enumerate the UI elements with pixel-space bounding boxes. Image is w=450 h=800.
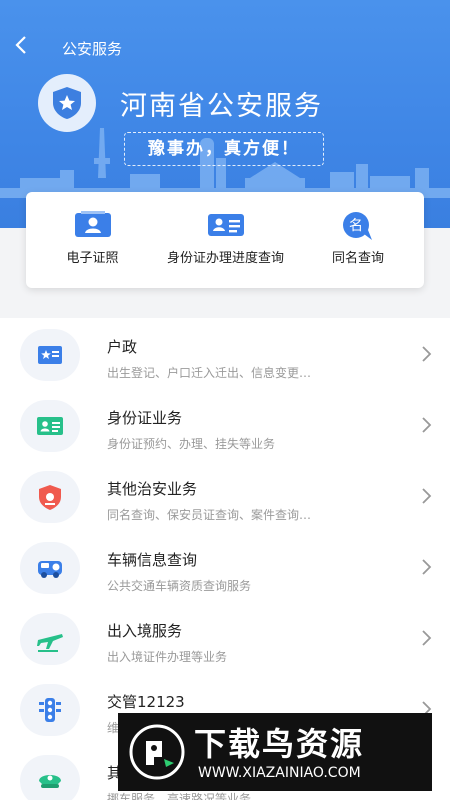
quick-action-label: 同名查询 (331, 251, 384, 266)
service-row-id-card[interactable]: 身份证业务 身份证预约、办理、挂失等业务 (0, 391, 450, 462)
quick-action-label: 电子证照 (66, 251, 119, 266)
quick-action-label: 身份证办理进度查询 (166, 251, 284, 266)
hero-slogan: 豫事办，真方便！ (124, 132, 324, 166)
back-arrow-icon[interactable] (14, 34, 38, 60)
service-subtitle: 出入境证件办理等业务 (107, 650, 228, 664)
chevron-right-icon (422, 488, 432, 504)
service-title: 交管12123 (107, 693, 185, 711)
service-subtitle: 公共交通车辆资质查询服务 (107, 579, 252, 593)
service-title: 其他治安业务 (107, 480, 198, 498)
airplane-icon (20, 613, 80, 665)
quick-action-e-license[interactable]: 电子证照 (26, 192, 159, 288)
service-subtitle: 挪车服务、高速路况等业务 (107, 792, 252, 800)
watermark-brand: 下载鸟资源 (194, 725, 365, 763)
page-title: 公安服务 (62, 40, 123, 58)
service-row-vehicle[interactable]: 车辆信息查询 公共交通车辆资质查询服务 (0, 533, 450, 604)
vehicle-icon (20, 542, 80, 594)
police-cap-icon (20, 755, 80, 800)
watermark-overlay: 下载鸟资源 WWW.XIAZAINIAO.COM (118, 713, 432, 791)
photo-id-card-icon (73, 210, 113, 244)
service-subtitle: 身份证预约、办理、挂失等业务 (107, 437, 276, 451)
name-search-icon: 名 (338, 210, 378, 246)
chevron-right-icon (422, 559, 432, 575)
quick-action-id-progress[interactable]: 身份证办理进度查询 (159, 192, 292, 288)
service-subtitle: 同名查询、保安员证查询、案件查询… (107, 508, 312, 522)
quick-action-name-search[interactable]: 名 同名查询 (292, 192, 424, 288)
hero-title: 河南省公安服务 (120, 91, 323, 122)
service-title: 户政 (107, 338, 138, 356)
service-row-exit-entry[interactable]: 出入境服务 出入境证件办理等业务 (0, 604, 450, 675)
police-badge-icon (38, 74, 96, 132)
chevron-right-icon (422, 417, 432, 433)
id-card-icon (20, 400, 80, 452)
service-title: 出入境服务 (107, 622, 183, 640)
household-register-icon (20, 329, 80, 381)
watermark-url: WWW.XIAZAINIAO.COM (198, 765, 361, 781)
service-subtitle: 出生登记、户口迁入迁出、信息变更… (107, 366, 312, 380)
service-title: 身份证业务 (107, 409, 183, 427)
service-title: 车辆信息查询 (107, 551, 198, 569)
svg-text:名: 名 (349, 218, 363, 234)
top-nav-bar: 公安服务 (0, 30, 450, 66)
chevron-right-icon (422, 346, 432, 362)
service-row-public-security[interactable]: 其他治安业务 同名查询、保安员证查询、案件查询… (0, 462, 450, 533)
police-shield-icon (20, 471, 80, 523)
bird-logo-icon (129, 724, 185, 780)
service-row-household[interactable]: 户政 出生登记、户口迁入迁出、信息变更… (0, 320, 450, 391)
traffic-light-icon (20, 684, 80, 736)
quick-actions-card: 电子证照 身份证办理进度查询 名 同名查询 (26, 192, 424, 288)
id-card-icon (206, 210, 246, 244)
chevron-right-icon (422, 630, 432, 646)
